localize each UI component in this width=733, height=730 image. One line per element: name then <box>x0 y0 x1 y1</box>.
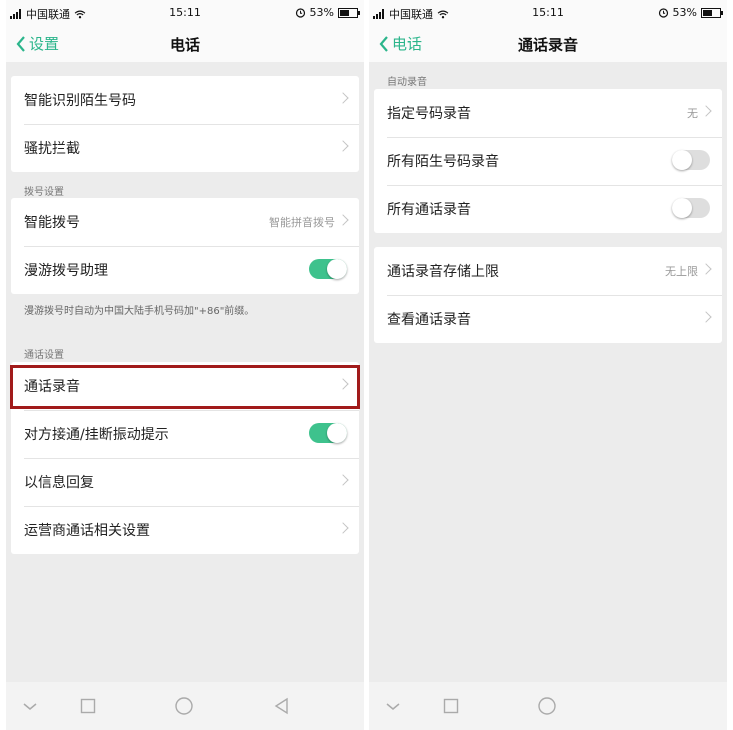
row-label: 智能拨号 <box>24 215 80 231</box>
chevron-right-icon <box>337 474 349 486</box>
row-storage-limit[interactable]: 通话录音存储上限 无上限 <box>374 247 722 295</box>
section-label-dial: 拨号设置 <box>24 187 64 198</box>
status-bar: 中国联通 15:11 53% <box>369 0 727 26</box>
highlight-box <box>10 365 360 409</box>
circle-icon[interactable] <box>537 696 557 716</box>
circle-icon[interactable] <box>174 696 194 716</box>
page-title: 通话录音 <box>517 36 578 54</box>
chevron-right-icon <box>700 311 712 323</box>
square-icon[interactable] <box>441 696 461 716</box>
section-label-call: 通话设置 <box>24 350 64 361</box>
toggle-knob <box>672 198 692 218</box>
battery-icon <box>338 7 360 18</box>
title-bar: 电话 通话录音 <box>369 26 727 62</box>
row-specified-number[interactable]: 指定号码录音 无 <box>374 89 722 137</box>
alarm-icon <box>658 8 668 18</box>
row-label: 以信息回复 <box>24 475 94 491</box>
square-icon[interactable] <box>78 696 98 716</box>
toggle-knob <box>327 423 347 443</box>
row-value: 智能拼音拨号 <box>269 216 335 229</box>
row-reply-message[interactable]: 以信息回复 <box>11 458 359 506</box>
row-value: 无上限 <box>665 265 698 278</box>
settings-card-auto: 指定号码录音 无 所有陌生号码录音 所有通话录音 <box>374 89 722 233</box>
row-all-recording[interactable]: 所有通话录音 <box>374 185 722 233</box>
alarm-icon <box>295 8 305 18</box>
settings-card-storage: 通话录音存储上限 无上限 查看通话录音 <box>374 247 722 343</box>
row-roaming-assistant[interactable]: 漫游拨号助理 <box>11 246 359 294</box>
triangle-left-icon[interactable] <box>272 696 292 716</box>
row-stranger-recording[interactable]: 所有陌生号码录音 <box>374 137 722 185</box>
row-label: 所有通话录音 <box>387 202 471 218</box>
settings-card-identify: 智能识别陌生号码 骚扰拦截 <box>11 76 359 172</box>
chevron-down-icon[interactable] <box>383 696 403 716</box>
section-label-auto: 自动录音 <box>387 77 427 88</box>
system-nav-bar <box>369 682 727 730</box>
row-label: 智能识别陌生号码 <box>24 93 136 109</box>
all-recording-toggle[interactable] <box>672 198 710 218</box>
vibration-toggle[interactable] <box>309 423 347 443</box>
row-label: 骚扰拦截 <box>24 141 80 157</box>
battery-icon <box>701 7 723 18</box>
status-bar: 中国联通 15:11 53% <box>6 0 364 26</box>
title-bar: 设置 电话 <box>6 26 364 62</box>
row-smart-dial[interactable]: 智能拨号 智能拼音拨号 <box>11 198 359 246</box>
chevron-right-icon <box>700 105 712 117</box>
row-label: 查看通话录音 <box>387 312 471 328</box>
row-label: 漫游拨号助理 <box>24 263 108 279</box>
chevron-right-icon <box>337 92 349 104</box>
toggle-knob <box>327 259 347 279</box>
row-label: 对方接通/挂断振动提示 <box>24 427 169 443</box>
phone-screen-call-settings: 中国联通 15:11 53% 设置 电话 智能识别陌生号码 骚扰拦截 拨号设置 … <box>6 0 364 730</box>
chevron-right-icon <box>337 140 349 152</box>
settings-card-dial: 智能拨号 智能拼音拨号 漫游拨号助理 <box>11 198 359 294</box>
toggle-knob <box>672 150 692 170</box>
row-vibration-prompt[interactable]: 对方接通/挂断振动提示 <box>11 410 359 458</box>
row-harassment-block[interactable]: 骚扰拦截 <box>11 124 359 172</box>
chevron-right-icon <box>337 214 349 226</box>
row-label: 指定号码录音 <box>387 106 471 122</box>
roaming-note: 漫游拨号时自动为中国大陆手机号码加"+86"前缀。 <box>24 306 255 317</box>
stranger-recording-toggle[interactable] <box>672 150 710 170</box>
roaming-toggle[interactable] <box>309 259 347 279</box>
phone-screen-call-recording: 中国联通 15:11 53% 电话 通话录音 自动录音 指定号码录音 无 所有陌… <box>369 0 727 730</box>
row-label: 通话录音存储上限 <box>387 264 499 280</box>
row-value: 无 <box>687 107 698 120</box>
battery-percent: 53% <box>309 6 334 19</box>
chevron-right-icon <box>700 263 712 275</box>
row-label: 所有陌生号码录音 <box>387 154 499 170</box>
page-title: 电话 <box>169 36 200 54</box>
row-label: 运营商通话相关设置 <box>24 523 150 539</box>
chevron-down-icon[interactable] <box>20 696 40 716</box>
battery-percent: 53% <box>672 6 697 19</box>
row-view-recordings[interactable]: 查看通话录音 <box>374 295 722 343</box>
chevron-right-icon <box>337 522 349 534</box>
row-smart-identify[interactable]: 智能识别陌生号码 <box>11 76 359 124</box>
row-carrier-settings[interactable]: 运营商通话相关设置 <box>11 506 359 554</box>
system-nav-bar <box>6 682 364 730</box>
